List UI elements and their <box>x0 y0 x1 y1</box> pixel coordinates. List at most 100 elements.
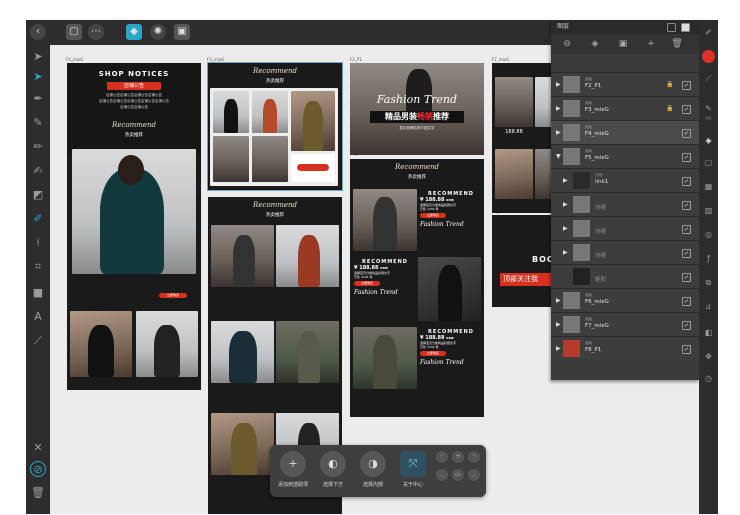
visibility-checkbox[interactable]: ✓ <box>682 153 691 162</box>
visibility-checkbox[interactable]: ✓ <box>682 129 691 138</box>
eyedropper-icon[interactable]: ⟋ <box>30 333 46 349</box>
expand-icon[interactable]: ▶ <box>563 225 568 232</box>
visibility-checkbox[interactable]: ✓ <box>682 177 691 186</box>
mask-icon[interactable]: ▣ <box>617 38 629 50</box>
layer-row[interactable]: ▶ 画板 F4_mixG ✓ <box>551 120 699 144</box>
brush-icon[interactable]: ✎ <box>702 102 715 115</box>
trash-icon[interactable]: 🗑 <box>30 485 46 501</box>
expand-icon[interactable]: ▶ <box>563 177 568 184</box>
node-icon[interactable]: ➤ <box>30 69 46 85</box>
select-below-button[interactable]: ◐ 选择下方 <box>314 449 352 493</box>
buy-button[interactable]: 立即购买 <box>420 213 446 218</box>
layer-row[interactable]: ▶ 分组 ✓ <box>551 192 699 216</box>
layer-row[interactable]: ▶ 画板 F3_mixG 🔒 ✓ <box>551 96 699 120</box>
design-canvas[interactable]: F4_mixG F3_mixG F2_P1 F7_mixG F5_mixG F1… <box>50 45 570 514</box>
fx-icon[interactable]: ƒ <box>702 252 715 265</box>
visibility-checkbox[interactable]: ✓ <box>682 273 691 282</box>
paint-icon[interactable]: ✍ <box>30 163 46 179</box>
collapse-icon[interactable]: ▼ <box>556 153 561 160</box>
text-style-icon[interactable]: a <box>702 300 715 313</box>
navigator-icon[interactable]: ◎ <box>702 228 715 241</box>
fit-center-button[interactable]: ⤧ 关于中心 <box>394 449 432 493</box>
grid-icon[interactable]: ▦ <box>702 180 715 193</box>
artboard-f3[interactable]: Recommend 热卖推荐 <box>207 62 343 191</box>
pencil-icon[interactable]: ✏ <box>30 139 46 155</box>
artboard-f1[interactable]: Recommend 热卖推荐 RECOMMEND ¥ 188.88 RMB 选择… <box>350 159 484 417</box>
layer-row[interactable]: ▶ 画板 F2_P1 🔒 ✓ <box>551 72 699 96</box>
align-bc-icon[interactable]: ▭ <box>452 469 464 481</box>
layer-row[interactable]: ▶ 分组 ✓ <box>551 240 699 264</box>
expand-icon[interactable]: ▶ <box>563 249 568 256</box>
expand-icon[interactable]: ▶ <box>556 345 561 352</box>
text-icon[interactable]: A <box>30 309 46 325</box>
artboard-f2[interactable]: Fashion Trend 精品男装畅销推荐 显示品牌名称介绍文字 <box>350 63 484 155</box>
expand-icon[interactable]: ▶ <box>556 81 561 88</box>
align-tc-icon[interactable]: + <box>452 451 464 463</box>
visibility-checkbox[interactable]: ✓ <box>682 249 691 258</box>
brush-icon[interactable] <box>681 23 690 32</box>
pen-icon[interactable]: ✒ <box>30 91 46 107</box>
stock-icon[interactable]: ◧ <box>702 326 715 339</box>
grid-icon[interactable]: ✺ <box>150 24 166 40</box>
pen-nib-icon[interactable]: ✐ <box>702 26 715 39</box>
eraser-icon[interactable]: ◩ <box>30 187 46 203</box>
shape-icon[interactable]: ■ <box>30 285 46 301</box>
align-br-icon[interactable]: ◞ <box>468 469 480 481</box>
align-tr-icon[interactable]: ◝ <box>468 451 480 463</box>
history-icon[interactable]: ◷ <box>702 372 715 385</box>
more-icon[interactable]: ⋯ <box>88 24 104 40</box>
transform-icon[interactable]: ⧉ <box>702 276 715 289</box>
add-icon[interactable]: + <box>645 38 657 50</box>
effects-icon[interactable]: ▢ <box>702 156 715 169</box>
visibility-checkbox[interactable]: ✓ <box>682 297 691 306</box>
visibility-checkbox[interactable]: ✓ <box>682 105 691 114</box>
color-circle-icon[interactable] <box>702 50 715 63</box>
delete-icon[interactable]: 🗑 <box>671 38 683 50</box>
layer-row[interactable]: ▼ 画板 F5_mixG ✓ <box>551 144 699 168</box>
export-icon[interactable]: ▣ <box>174 24 190 40</box>
visibility-checkbox[interactable]: ✓ <box>682 81 691 90</box>
fill-icon[interactable]: ✐ <box>30 211 46 227</box>
visibility-checkbox[interactable]: ✓ <box>682 225 691 234</box>
lock-icon[interactable]: 🔒 <box>666 105 673 112</box>
layer-row[interactable]: 矩形 ✓ <box>551 264 699 288</box>
layers-icon[interactable]: ◈ <box>589 38 601 50</box>
document-icon[interactable]: ▢ <box>66 24 82 40</box>
align-tl-icon[interactable]: ◜ <box>436 451 448 463</box>
buy-now-button[interactable]: 立即购买 <box>159 293 187 298</box>
list-icon[interactable] <box>667 23 676 32</box>
image-icon[interactable]: ▨ <box>702 204 715 217</box>
layers-icon[interactable]: ◈ <box>702 134 715 147</box>
constraints-icon[interactable]: ✥ <box>702 350 715 363</box>
lock-icon[interactable]: 🔒 <box>666 81 673 88</box>
align-bl-icon[interactable]: ◟ <box>436 469 448 481</box>
picker-icon[interactable]: ⍿ <box>30 235 46 251</box>
expand-icon[interactable]: ▶ <box>556 129 561 136</box>
select-inside-button[interactable]: ◑ 选择内部 <box>354 449 392 493</box>
layer-row[interactable]: ▶ 画板 F7_mixG ✓ <box>551 312 699 336</box>
buy-button[interactable]: 立即购买 <box>354 281 380 286</box>
stroke-icon[interactable]: ⟋ <box>702 72 715 85</box>
artboard-shop-notices[interactable]: SHOP NOTICES 店铺公告 店铺公告店铺公告店铺公告店铺公告 店铺公告店… <box>67 63 201 390</box>
visibility-checkbox[interactable]: ✓ <box>682 201 691 210</box>
back-arrow-icon[interactable]: ‹ <box>30 24 46 40</box>
layer-row[interactable]: ▶ 画板 F6_mixG ✓ <box>551 288 699 312</box>
layer-row[interactable]: ▶ 画板 F8_P1 ✓ <box>551 336 699 360</box>
crop-icon[interactable]: ⌗ <box>30 259 46 275</box>
expand-icon[interactable]: ▶ <box>556 297 561 304</box>
persona-icon[interactable]: ◆ <box>126 24 142 40</box>
layer-row[interactable]: ▶ 分组 link1 ✓ <box>551 168 699 192</box>
expand-icon[interactable]: ▶ <box>563 201 568 208</box>
brush-icon[interactable]: ✎ <box>30 115 46 131</box>
settings-icon[interactable]: ⊘ <box>30 461 46 477</box>
add-to-selection-button[interactable]: + 添加到选取项 <box>274 449 312 493</box>
visibility-checkbox[interactable]: ✓ <box>682 345 691 354</box>
close-icon[interactable]: ✕ <box>30 440 46 456</box>
move-icon[interactable]: ➤ <box>30 49 46 65</box>
layer-row[interactable]: ▶ 分组 ✓ <box>551 216 699 240</box>
minus-circle-icon[interactable]: ⊖ <box>561 38 573 50</box>
visibility-checkbox[interactable]: ✓ <box>682 321 691 330</box>
expand-icon[interactable]: ▶ <box>556 105 561 112</box>
buy-button[interactable]: 立即购买 <box>420 351 446 356</box>
expand-icon[interactable]: ▶ <box>556 321 561 328</box>
